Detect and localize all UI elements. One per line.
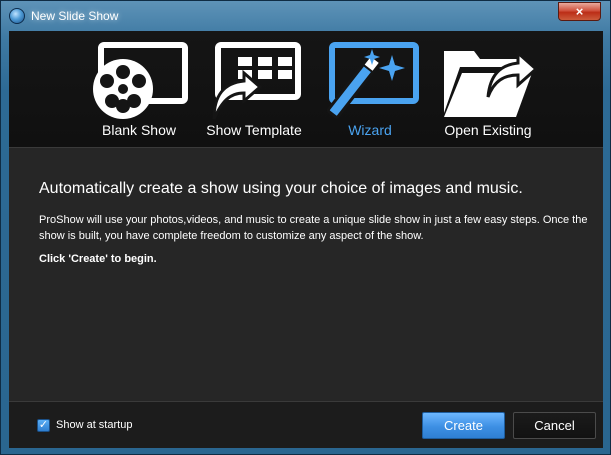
magic-wand-icon bbox=[326, 42, 419, 119]
mode-label-show-template: Show Template bbox=[206, 122, 302, 138]
show-at-startup-checkbox[interactable]: ✓ bbox=[37, 419, 50, 432]
window-title: New Slide Show bbox=[31, 9, 119, 23]
create-instruction: Click 'Create' to begin. bbox=[39, 253, 157, 265]
wizard-description-panel: Automatically create a show using your c… bbox=[9, 147, 603, 401]
new-slide-show-window: New Slide Show × Blank Show Show Templat… bbox=[0, 0, 611, 455]
mode-label-wizard: Wizard bbox=[348, 122, 392, 138]
folder-arrow-icon bbox=[444, 49, 538, 117]
mode-wizard[interactable]: Wizard bbox=[315, 31, 425, 147]
template-icon bbox=[212, 42, 301, 120]
app-icon bbox=[9, 8, 25, 24]
mode-label-open-existing: Open Existing bbox=[444, 122, 532, 138]
description-text: ProShow will use your photos,videos, and… bbox=[39, 214, 588, 242]
create-button[interactable]: Create bbox=[422, 412, 505, 439]
title-bar[interactable]: New Slide Show × bbox=[1, 1, 610, 31]
cancel-button[interactable]: Cancel bbox=[513, 412, 596, 439]
film-reel-icon bbox=[93, 42, 188, 119]
close-button[interactable]: × bbox=[558, 2, 601, 21]
mode-strip: Blank Show Show Template Wizard Open Exi… bbox=[9, 31, 603, 147]
mode-blank-show[interactable]: Blank Show bbox=[84, 31, 194, 147]
mode-show-template[interactable]: Show Template bbox=[199, 31, 309, 147]
headline: Automatically create a show using your c… bbox=[39, 180, 523, 197]
dialog-footer: ✓ Show at startup Create Cancel bbox=[9, 401, 603, 448]
mode-open-existing[interactable]: Open Existing bbox=[433, 31, 543, 147]
show-at-startup-label[interactable]: Show at startup bbox=[56, 419, 132, 431]
mode-label-blank-show: Blank Show bbox=[102, 122, 176, 138]
